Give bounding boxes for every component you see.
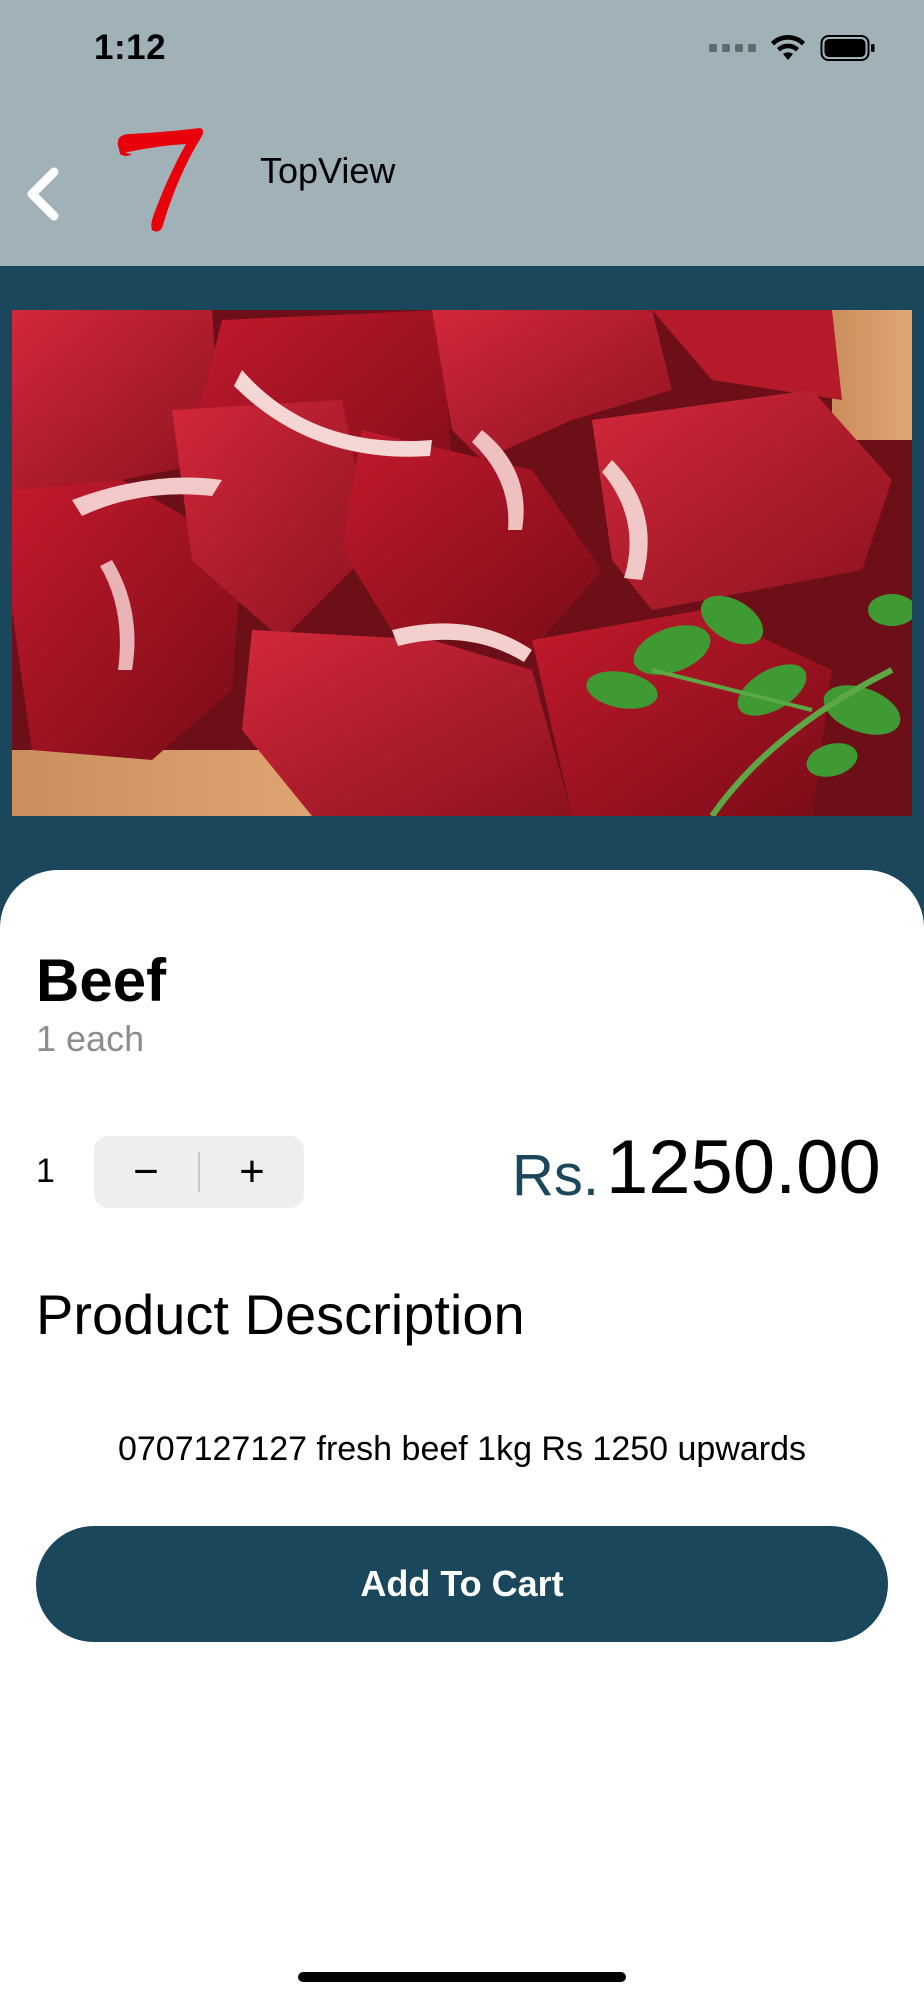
- description-heading: Product Description: [36, 1283, 525, 1346]
- status-time: 1:12: [94, 28, 167, 67]
- increment-button[interactable]: +: [200, 1136, 304, 1208]
- quantity-value: 1: [36, 1152, 55, 1190]
- app-title: TopView: [260, 150, 396, 191]
- header: 1:12 TopView: [0, 0, 924, 266]
- status-icons: [709, 34, 876, 62]
- product-detail-card: Beef 1 each 1 − + Rs. 1250.00 Product De…: [0, 870, 924, 2000]
- product-detail-screen: 1:12 TopView Beef 1 each 1 − + Rs. 1250.…: [0, 0, 924, 2000]
- chevron-left-icon: [27, 167, 59, 221]
- add-to-cart-button[interactable]: Add To Cart: [36, 1526, 888, 1642]
- wifi-icon: [770, 34, 806, 62]
- battery-icon: [820, 34, 876, 62]
- price-currency: Rs.: [512, 1143, 599, 1208]
- home-indicator[interactable]: [298, 1972, 626, 1982]
- back-button[interactable]: [20, 166, 64, 222]
- product-image: [12, 310, 912, 816]
- product-unit: 1 each: [36, 1018, 145, 1059]
- price-value: 1250.00: [606, 1125, 881, 1210]
- quantity-stepper: − +: [94, 1136, 304, 1208]
- cellular-signal-icon: [709, 44, 756, 52]
- decrement-button[interactable]: −: [94, 1136, 198, 1208]
- product-name: Beef: [36, 947, 167, 1014]
- red-seven-logo: [112, 120, 208, 240]
- product-description: 0707127127 fresh beef 1kg Rs 1250 upward…: [117, 1430, 807, 1468]
